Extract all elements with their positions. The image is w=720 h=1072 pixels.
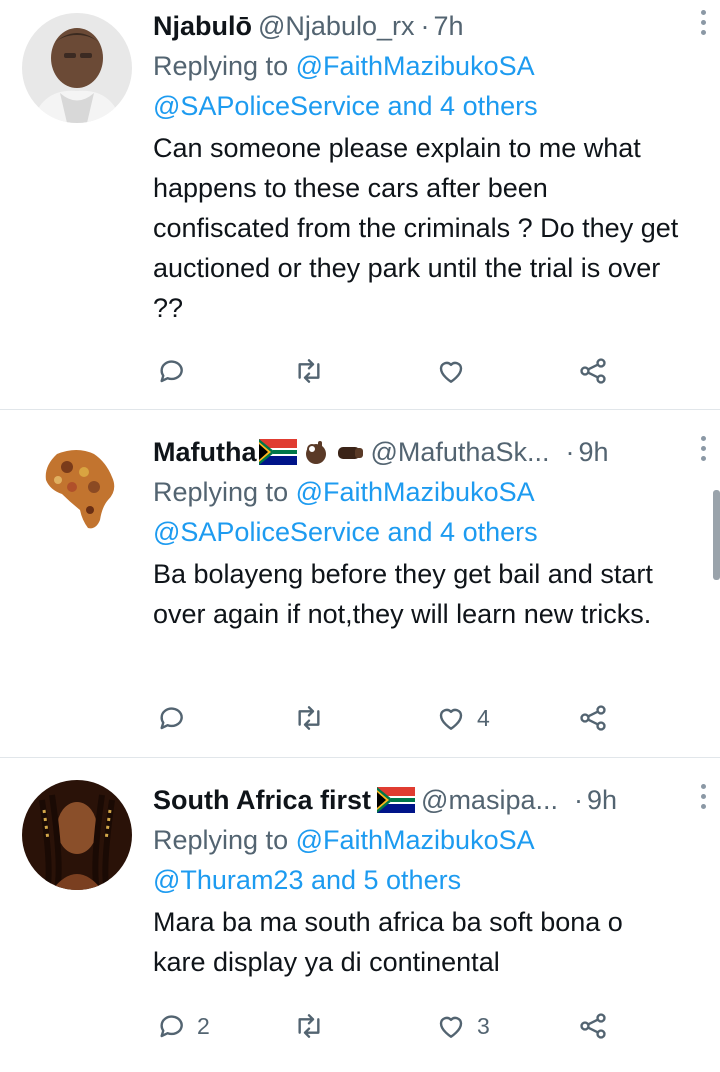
scrollbar[interactable]: [713, 490, 720, 580]
tweet-actions: 2 3: [153, 1008, 633, 1044]
like-count: 4: [477, 704, 490, 731]
retweet-button[interactable]: [293, 353, 325, 389]
tweet-text: Mara ba ma south africa ba soft bona o k…: [153, 907, 623, 977]
timestamp[interactable]: 9h: [578, 437, 608, 468]
more-vertical-icon[interactable]: [698, 436, 708, 466]
heart-icon: [435, 702, 467, 734]
share-button[interactable]: [577, 353, 609, 389]
more-vertical-icon[interactable]: [698, 784, 708, 814]
user-handle[interactable]: @Njabulo_rx: [258, 11, 414, 42]
tweet[interactable]: South Africa first @masipa... · 9h Reply…: [0, 758, 720, 1072]
tweet-header: Mafutha @MafuthaSk... · 9h: [153, 432, 680, 472]
heart-icon: [435, 1010, 467, 1042]
like-button[interactable]: 3: [435, 1008, 490, 1044]
tweet-actions: 4: [153, 700, 633, 736]
heart-icon: [435, 355, 467, 387]
share-icon: [577, 1010, 609, 1042]
user-handle[interactable]: @MafuthaSk...: [371, 437, 550, 468]
replying-prefix: Replying to: [153, 51, 296, 81]
south-africa-flag-icon: [377, 787, 416, 813]
avatar[interactable]: [22, 432, 132, 542]
ok-hand-icon: [301, 437, 331, 467]
mention-link[interactable]: @FaithMazibukoSA: [296, 825, 535, 855]
south-africa-flag-icon: [258, 439, 297, 465]
tweet-text: Ba bolayeng before they get bail and sta…: [153, 559, 653, 629]
retweet-icon: [293, 355, 325, 387]
separator-dot: ·: [573, 784, 583, 815]
share-button[interactable]: [577, 700, 609, 736]
tweet[interactable]: Mafutha @MafuthaSk... · 9h Replying to @…: [0, 410, 720, 758]
avatar[interactable]: [22, 13, 132, 123]
more-vertical-icon[interactable]: [698, 10, 708, 40]
like-button[interactable]: [435, 353, 467, 389]
like-button[interactable]: 4: [435, 700, 490, 736]
tweet-header: Njabulō @Njabulo_rx · 7h: [153, 6, 680, 46]
replying-to: Replying to @FaithMazibukoSA: [153, 46, 680, 86]
timestamp[interactable]: 7h: [433, 11, 463, 42]
reply-button[interactable]: [155, 353, 187, 389]
mention-others-link[interactable]: @SAPoliceService and 4 others: [153, 512, 680, 552]
reply-count: 2: [197, 1012, 210, 1039]
replying-prefix: Replying to: [153, 477, 296, 507]
mention-others-link[interactable]: @Thuram23 and 5 others: [153, 860, 680, 900]
mention-link[interactable]: @FaithMazibukoSA: [296, 477, 535, 507]
display-name[interactable]: South Africa first: [153, 785, 371, 816]
retweet-icon: [293, 702, 325, 734]
reply-icon: [155, 355, 187, 387]
mention-others-link[interactable]: @SAPoliceService and 4 others: [153, 86, 680, 126]
like-count: 3: [477, 1012, 490, 1039]
share-icon: [577, 702, 609, 734]
display-name[interactable]: Mafutha: [153, 437, 257, 468]
timestamp[interactable]: 9h: [587, 785, 617, 816]
reply-button[interactable]: [155, 700, 187, 736]
reply-icon: [155, 702, 187, 734]
avatar[interactable]: [22, 780, 132, 890]
tweet-text: Can someone please explain to me what ha…: [153, 133, 679, 323]
tweet-actions: [153, 353, 633, 389]
reply-icon: [155, 1010, 187, 1042]
user-handle[interactable]: @masipa...: [421, 785, 558, 816]
replying-to: Replying to @FaithMazibukoSA: [153, 472, 680, 512]
reply-button[interactable]: 2: [155, 1008, 210, 1044]
mention-link[interactable]: @FaithMazibukoSA: [296, 51, 535, 81]
display-name[interactable]: Njabulō: [153, 11, 252, 42]
separator-dot: ·: [420, 10, 430, 41]
retweet-button[interactable]: [293, 700, 325, 736]
replying-to: Replying to @FaithMazibukoSA: [153, 820, 680, 860]
tweet[interactable]: Njabulō @Njabulo_rx · 7h Replying to @Fa…: [0, 0, 720, 410]
separator-dot: ·: [565, 436, 575, 467]
retweet-button[interactable]: [293, 1008, 325, 1044]
share-button[interactable]: [577, 1008, 609, 1044]
fist-bump-icon: [335, 437, 365, 467]
tweet-header: South Africa first @masipa... · 9h: [153, 780, 680, 820]
replying-prefix: Replying to: [153, 825, 296, 855]
retweet-icon: [293, 1010, 325, 1042]
share-icon: [577, 355, 609, 387]
